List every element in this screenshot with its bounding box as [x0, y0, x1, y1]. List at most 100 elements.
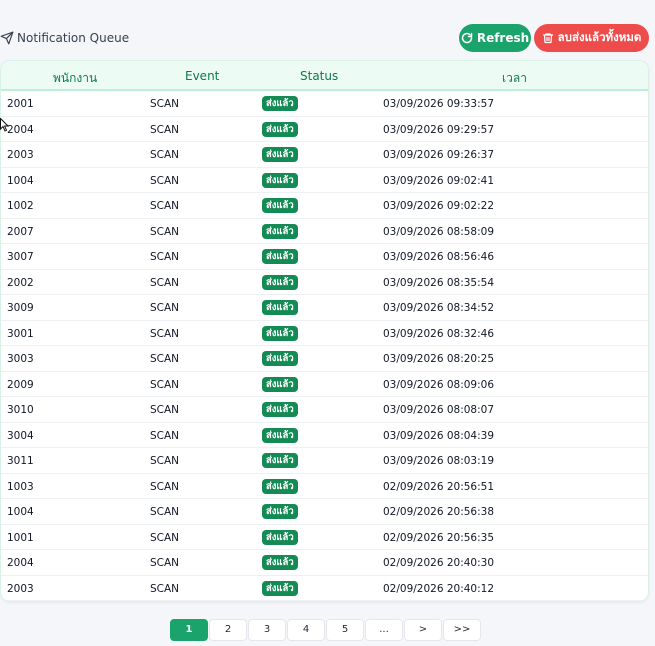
- event-cell: SCAN: [150, 480, 180, 493]
- status-badge: ส่งแล้ว: [262, 249, 298, 264]
- table-row[interactable]: 2001 SCAN ส่งแล้ว 03/09/2026 09:33:57: [1, 91, 648, 117]
- col-time[interactable]: เวลา: [502, 69, 527, 88]
- event-cell: SCAN: [150, 98, 180, 110]
- table-row[interactable]: 3003 SCAN ส่งแล้ว 03/09/2026 08:20:25: [1, 346, 648, 372]
- event-cell: SCAN: [150, 455, 180, 467]
- table-row[interactable]: 2003 SCAN ส่งแล้ว 03/09/2026 09:26:37: [1, 142, 648, 168]
- status-badge: ส่งแล้ว: [262, 529, 298, 545]
- mouse-cursor-icon: [0, 118, 9, 132]
- status-badge: ส่งแล้ว: [262, 96, 298, 111]
- employee-cell: 2004: [7, 557, 34, 569]
- event-cell: SCAN: [150, 276, 180, 289]
- delete-sent-button[interactable]: ลบส่งแล้วทั้งหมด: [534, 24, 649, 52]
- delete-label: ลบส่งแล้วทั้งหมด: [557, 30, 642, 44]
- table-body: 2001 SCAN ส่งแล้ว 03/09/2026 09:33:57 2004 SC…: [1, 91, 648, 601]
- event-cell: SCAN: [150, 404, 180, 416]
- event-cell: SCAN: [150, 200, 180, 212]
- page-button[interactable]: >: [404, 619, 442, 641]
- employee-cell: 3003: [7, 353, 34, 365]
- status-badge: ส่งแล้ว: [262, 300, 298, 315]
- table-row[interactable]: 2004 SCAN ส่งแล้ว 03/09/2026 09:29:57: [1, 117, 648, 142]
- time-cell: 03/09/2026 09:26:37: [383, 149, 495, 161]
- status-badge: ส่งแล้ว: [262, 478, 298, 494]
- time-cell: 03/09/2026 08:20:25: [383, 353, 495, 365]
- col-status[interactable]: Status: [300, 69, 338, 83]
- status-badge: ส่งแล้ว: [262, 147, 298, 162]
- status-badge: ส่งแล้ว: [262, 453, 298, 468]
- time-cell: 03/09/2026 08:56:46: [383, 251, 495, 263]
- time-cell: 03/09/2026 09:02:41: [383, 174, 495, 187]
- time-cell: 02/09/2026 20:56:51: [383, 480, 495, 493]
- employee-cell: 3007: [7, 251, 34, 263]
- employee-cell: 2003: [7, 149, 34, 161]
- status-badge: ส่งแล้ว: [262, 402, 298, 417]
- event-cell: SCAN: [150, 225, 180, 238]
- time-cell: 03/09/2026 08:58:09: [383, 225, 495, 238]
- table-row[interactable]: 3011 SCAN ส่งแล้ว 03/09/2026 08:03:19: [1, 448, 648, 474]
- table-row[interactable]: 1003 SCAN ส่งแล้ว 02/09/2026 20:56:51: [1, 474, 648, 499]
- time-cell: 02/09/2026 20:40:12: [383, 582, 495, 595]
- time-cell: 02/09/2026 20:56:35: [383, 531, 495, 544]
- employee-cell: 2002: [7, 276, 34, 289]
- page-title: Notification Queue: [0, 31, 129, 45]
- trash-icon: [542, 33, 553, 44]
- time-cell: 03/09/2026 08:34:52: [383, 302, 495, 314]
- refresh-button[interactable]: Refresh: [459, 24, 531, 52]
- page-button[interactable]: 4: [287, 619, 325, 641]
- event-cell: SCAN: [150, 506, 180, 518]
- page-button[interactable]: >>: [443, 619, 481, 641]
- table-row[interactable]: 1002 SCAN ส่งแล้ว 03/09/2026 09:02:22: [1, 193, 648, 219]
- table-row[interactable]: 1001 SCAN ส่งแล้ว 02/09/2026 20:56:35: [1, 525, 648, 550]
- status-badge: ส่งแล้ว: [262, 580, 298, 596]
- time-cell: 03/09/2026 09:02:22: [383, 200, 495, 212]
- page-button[interactable]: 3: [248, 619, 286, 641]
- table-row[interactable]: 3009 SCAN ส่งแล้ว 03/09/2026 08:34:52: [1, 295, 648, 321]
- time-cell: 03/09/2026 08:09:06: [383, 378, 495, 391]
- refresh-label: Refresh: [476, 31, 530, 45]
- table-row[interactable]: 2007 SCAN ส่งแล้ว 03/09/2026 08:58:09: [1, 219, 648, 244]
- table-row[interactable]: 2003 SCAN ส่งแล้ว 02/09/2026 20:40:12: [1, 576, 648, 601]
- send-icon: [0, 31, 14, 45]
- employee-cell: 2009: [7, 378, 34, 391]
- table-row[interactable]: 3007 SCAN ส่งแล้ว 03/09/2026 08:56:46: [1, 244, 648, 270]
- table-row[interactable]: 1004 SCAN ส่งแล้ว 02/09/2026 20:56:38: [1, 499, 648, 525]
- event-cell: SCAN: [150, 378, 180, 391]
- employee-cell: 2004: [7, 123, 34, 136]
- employee-cell: 2007: [7, 225, 34, 238]
- status-badge: ส่งแล้ว: [262, 555, 298, 570]
- table-header: พนักงาน Event Status เวลา: [1, 61, 648, 91]
- pagination: 1 2 3 4 5... > >>: [0, 619, 655, 641]
- event-cell: SCAN: [150, 174, 180, 187]
- event-cell: SCAN: [150, 123, 180, 136]
- page-button[interactable]: 1: [170, 619, 208, 641]
- time-cell: 03/09/2026 09:33:57: [383, 98, 495, 110]
- col-event[interactable]: Event: [185, 69, 219, 83]
- table-row[interactable]: 1004 SCAN ส่งแล้ว 03/09/2026 09:02:41: [1, 168, 648, 193]
- col-employee[interactable]: พนักงาน: [53, 69, 97, 88]
- employee-cell: 2003: [7, 582, 34, 595]
- event-cell: SCAN: [150, 327, 180, 340]
- event-cell: SCAN: [150, 251, 180, 263]
- table-row[interactable]: 3010 SCAN ส่งแล้ว 03/09/2026 08:08:07: [1, 397, 648, 423]
- time-cell: 02/09/2026 20:40:30: [383, 557, 495, 569]
- table-row[interactable]: 2009 SCAN ส่งแล้ว 03/09/2026 08:09:06: [1, 372, 648, 397]
- time-cell: 03/09/2026 08:08:07: [383, 404, 495, 416]
- status-badge: ส่งแล้ว: [262, 376, 298, 392]
- status-badge: ส่งแล้ว: [262, 351, 298, 366]
- table-row[interactable]: 3001 SCAN ส่งแล้ว 03/09/2026 08:32:46: [1, 321, 648, 346]
- status-badge: ส่งแล้ว: [262, 172, 298, 188]
- table-row[interactable]: 2004 SCAN ส่งแล้ว 02/09/2026 20:40:30: [1, 550, 648, 576]
- table-row[interactable]: 2002 SCAN ส่งแล้ว 03/09/2026 08:35:54: [1, 270, 648, 295]
- time-cell: 03/09/2026 08:04:39: [383, 429, 495, 442]
- status-badge: ส่งแล้ว: [262, 325, 298, 341]
- status-badge: ส่งแล้ว: [262, 274, 298, 290]
- refresh-icon: [461, 32, 473, 44]
- queue-table: พนักงาน Event Status เวลา 2001 SCAN ส่งแล้…: [0, 60, 649, 602]
- status-badge: ส่งแล้ว: [262, 121, 298, 137]
- employee-cell: 3009: [7, 302, 34, 314]
- table-row[interactable]: 3004 SCAN ส่งแล้ว 03/09/2026 08:04:39: [1, 423, 648, 448]
- page-button[interactable]: 5: [326, 619, 364, 641]
- page-button[interactable]: ...: [365, 619, 403, 641]
- event-cell: SCAN: [150, 582, 180, 595]
- page-button[interactable]: 2: [209, 619, 247, 641]
